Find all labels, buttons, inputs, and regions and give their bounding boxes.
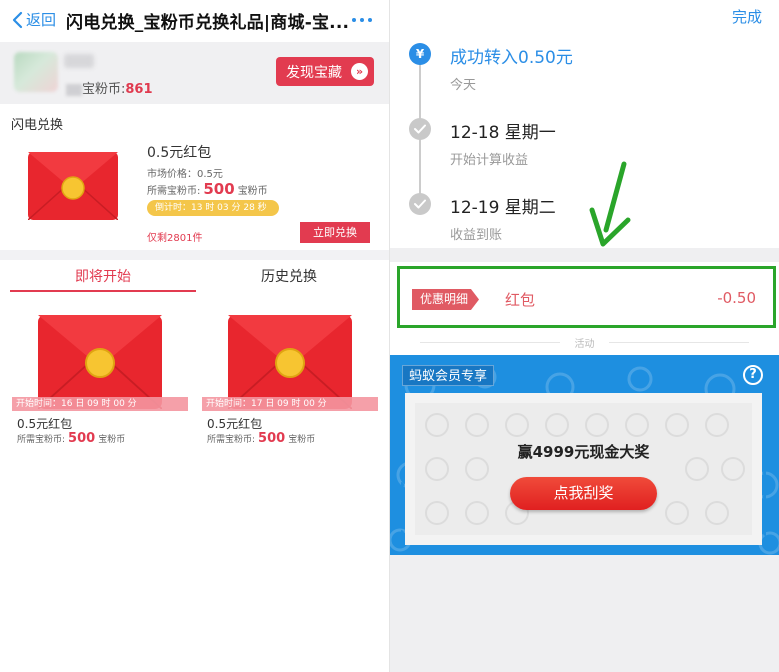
bottom-background (390, 555, 779, 672)
tab-upcoming[interactable]: 即将开始 (10, 266, 196, 292)
discover-treasure-button[interactable]: 发现宝藏 » (276, 57, 374, 86)
timeline-step-title: 12-19 星期二 (450, 198, 556, 218)
red-envelope-icon (228, 315, 352, 409)
card-title: 0.5元红包 (17, 417, 73, 431)
page-title: 闪电兑换_宝粉币兑换礼品|商城-宝... (66, 13, 350, 33)
required-coins-prefix: 所需宝粉币: (147, 186, 201, 197)
red-envelope-icon (28, 152, 118, 220)
card-required-unit: 宝粉币 (98, 435, 126, 445)
scratch-pattern (425, 413, 745, 525)
more-menu-icon[interactable] (352, 18, 372, 22)
required-coins-value: 500 (203, 180, 235, 198)
prize-text: 赢4999元现金大奖 (517, 443, 650, 461)
promo-detail-tag: 优惠明细 (412, 289, 480, 310)
card-required-unit: 宝粉币 (288, 435, 316, 445)
flash-item-title: 0.5元红包 (147, 145, 212, 161)
card-required-prefix: 所需宝粉币: (207, 435, 256, 445)
nav-bar: 返回 闪电兑换_宝粉币兑换礼品|商城-宝... (0, 0, 390, 40)
ticket-edge-right (763, 398, 766, 536)
member-exclusive-tag: 蚂蚁会员专享 (402, 365, 495, 386)
countdown-badge: 倒计时：13 时 03 分 28 秒 (147, 200, 279, 216)
timeline-step-sub: 开始计算收益 (450, 153, 529, 168)
comparison-screenshot: 返回 闪电兑换_宝粉币兑换礼品|商城-宝... 宝粉币:861 发现宝藏 » 闪… (0, 0, 779, 672)
transfer-result-screen: 完成 ¥ 成功转入0.50元 今天 12-18 星期一 开始计算收益 12-19… (390, 0, 779, 672)
promo-amount: -0.50 (717, 289, 756, 307)
check-icon (409, 193, 431, 215)
redeem-now-button[interactable]: 立即兑换 (300, 222, 370, 243)
scratch-area (415, 403, 752, 535)
double-chevron-right-icon: » (351, 63, 368, 80)
timeline-step-title: 成功转入0.50元 (450, 48, 573, 68)
scratch-card[interactable]: 赢4999元现金大奖 点我刮奖 (401, 393, 766, 545)
promo-detail-highlight: 优惠明细 红包 -0.50 (397, 266, 776, 328)
start-time-bar: 开始时间：17 日 09 时 00 分 (202, 397, 378, 411)
coins-balance: 宝粉币:861 (66, 78, 153, 97)
coins-value: 861 (125, 82, 153, 97)
activity-divider-label: 活动 (390, 335, 779, 350)
timeline-step-sub: 今天 (450, 78, 477, 93)
flash-section-title: 闪电兑换 (11, 118, 64, 133)
yen-icon: ¥ (409, 43, 431, 65)
scratch-now-button[interactable]: 点我刮奖 (510, 477, 657, 510)
coins-label: 宝粉币: (82, 82, 126, 97)
card-title: 0.5元红包 (207, 417, 263, 431)
discover-label: 发现宝藏 (286, 64, 342, 81)
upcoming-item-card[interactable]: 开始时间：17 日 09 时 00 分 0.5元红包 所需宝粉币: 500 宝粉… (202, 315, 378, 455)
timeline-step-sub: 收益到账 (450, 228, 503, 243)
green-arrow-annotation-icon (589, 161, 631, 247)
required-coins: 所需宝粉币: 500 宝粉币 (147, 180, 268, 198)
user-name-blurred (64, 54, 94, 68)
check-icon (409, 118, 431, 140)
done-button[interactable]: 完成 (732, 6, 762, 27)
ticket-edge-left (401, 398, 404, 536)
redeem-screen: 返回 闪电兑换_宝粉币兑换礼品|商城-宝... 宝粉币:861 发现宝藏 » 闪… (0, 0, 390, 672)
section-divider (390, 248, 779, 262)
red-envelope-icon (38, 315, 162, 409)
upcoming-item-card[interactable]: 开始时间：16 日 09 时 00 分 0.5元红包 所需宝粉币: 500 宝粉… (12, 315, 188, 455)
avatar (14, 52, 58, 92)
start-time-bar: 开始时间：16 日 09 时 00 分 (12, 397, 188, 411)
card-required-value: 500 (258, 431, 286, 446)
section-divider (0, 250, 390, 260)
timeline-step-title: 12-18 星期一 (450, 123, 556, 143)
member-promo-card[interactable]: 蚂蚁会员专享 ? 赢4999元现金大奖 点我刮奖 (390, 355, 779, 555)
remaining-stock: 仅剩2801件 (147, 233, 203, 244)
back-button[interactable]: 返回 (10, 9, 56, 30)
help-icon[interactable]: ? (743, 365, 763, 385)
card-required-coins: 所需宝粉币: 500 宝粉币 (17, 431, 125, 446)
chevron-left-icon (12, 11, 23, 28)
card-required-prefix: 所需宝粉币: (17, 435, 66, 445)
required-coins-unit: 宝粉币 (237, 186, 268, 197)
tab-history[interactable]: 历史兑换 (196, 266, 382, 290)
back-label: 返回 (26, 11, 57, 29)
promo-name: 红包 (505, 291, 536, 309)
card-required-value: 500 (68, 431, 96, 446)
market-price: 市场价格：0.5元 (147, 169, 223, 180)
card-required-coins: 所需宝粉币: 500 宝粉币 (207, 431, 315, 446)
